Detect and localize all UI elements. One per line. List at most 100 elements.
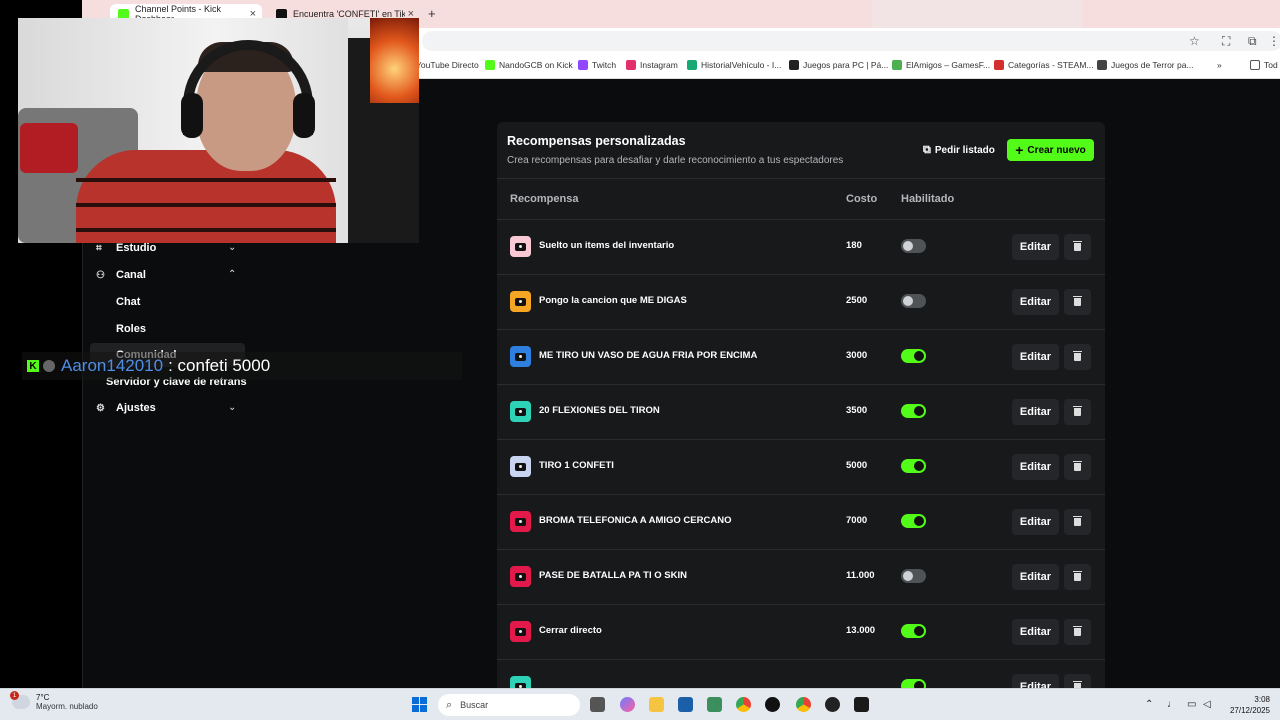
edit-button[interactable]: Editar <box>1012 619 1059 645</box>
delete-button[interactable] <box>1064 289 1091 315</box>
chevron-down-icon[interactable]: ⌄ <box>228 242 236 253</box>
request-list-button[interactable]: ⧉ Pedir listado <box>915 139 1003 161</box>
bookmark-elamigos[interactable]: ElAmigos – GamesF... <box>892 60 990 70</box>
enabled-toggle[interactable] <box>901 679 926 688</box>
bookmark-terror[interactable]: Juegos de Terror pa... <box>1097 60 1194 70</box>
bookmark-kick[interactable]: NandoGCB on Kick <box>485 60 573 70</box>
enabled-toggle[interactable] <box>901 569 926 583</box>
enabled-toggle[interactable] <box>901 514 926 528</box>
bookmark-youtube[interactable]: YouTube Directo <box>416 60 479 70</box>
webcam-stripe <box>76 178 336 182</box>
webcam-fireplace <box>370 18 419 103</box>
more-bookmarks-icon[interactable]: » <box>1217 60 1222 70</box>
new-tab-icon[interactable]: + <box>428 6 436 21</box>
reward-icon <box>510 236 531 257</box>
reward-icon <box>510 401 531 422</box>
reward-cost: 2500 <box>846 295 868 306</box>
edit-button[interactable]: Editar <box>1012 674 1059 688</box>
bookmark-steam[interactable]: Categorías - STEAM... <box>994 60 1094 70</box>
reward-row: Pongo la cancion que ME DIGAS 2500 Editar <box>497 274 1105 329</box>
enabled-toggle[interactable] <box>901 624 926 638</box>
reward-icon <box>510 621 531 642</box>
chevron-up-icon[interactable]: ⌃ <box>1145 699 1153 710</box>
bookmark-historial[interactable]: HistorialVehículo - I... <box>687 60 781 70</box>
search-placeholder: Buscar <box>460 700 489 710</box>
reward-name: Cerrar directo <box>539 625 602 636</box>
gear-icon: ⚙ <box>96 402 105 414</box>
chrome-icon[interactable] <box>736 697 751 712</box>
chevron-up-icon[interactable]: ⌃ <box>228 269 236 280</box>
bookmark-label: ElAmigos – GamesF... <box>906 60 991 70</box>
nav-chat[interactable]: Chat <box>116 296 140 308</box>
windows-start-icon[interactable] <box>412 697 427 712</box>
task-view-icon[interactable] <box>590 697 605 712</box>
bookmark-label: Tod <box>1264 60 1278 70</box>
reward-row: Cerrar directo 13.000 Editar <box>497 604 1105 659</box>
chrome-active-icon[interactable] <box>796 697 811 712</box>
edit-button[interactable]: Editar <box>1012 344 1059 370</box>
reward-icon <box>510 511 531 532</box>
volume-icon[interactable]: ◁ <box>1203 699 1211 710</box>
puzzle-icon[interactable]: ⧉ <box>1248 34 1257 49</box>
nav-roles[interactable]: Roles <box>116 323 146 335</box>
network-icon[interactable]: ▭ <box>1187 699 1196 710</box>
reward-cost: 7000 <box>846 515 868 526</box>
column-header-cost: Costo <box>846 193 878 205</box>
taskbar-search[interactable]: ⌕ Buscar <box>438 694 580 716</box>
elamigos-icon <box>892 60 902 70</box>
nav-estudio[interactable]: ⌗ Estudio <box>96 242 156 254</box>
delete-button[interactable] <box>1064 564 1091 590</box>
delete-button[interactable] <box>1064 399 1091 425</box>
enabled-toggle[interactable] <box>901 404 926 418</box>
copilot-icon[interactable] <box>620 697 635 712</box>
edit-button[interactable]: Editar <box>1012 234 1059 260</box>
app-icon[interactable] <box>707 697 722 712</box>
reward-name: TIRO 1 CONFETI <box>539 460 614 471</box>
star-icon[interactable]: ☆ <box>1189 34 1200 48</box>
bookmark-label: NandoGCB on Kick <box>499 60 573 70</box>
delete-button[interactable] <box>1064 674 1091 688</box>
address-bar[interactable] <box>422 31 1280 51</box>
microphone-icon[interactable]: ♩ <box>1167 699 1177 710</box>
edit-button[interactable]: Editar <box>1012 289 1059 315</box>
weather-desc: Mayorm. nublado <box>36 702 98 711</box>
app-icon[interactable] <box>854 697 869 712</box>
edit-button[interactable]: Editar <box>1012 564 1059 590</box>
tab-strip-blur <box>872 0 1082 28</box>
store-icon[interactable] <box>678 697 693 712</box>
enabled-toggle[interactable] <box>901 294 926 308</box>
edit-button[interactable]: Editar <box>1012 454 1059 480</box>
enabled-toggle[interactable] <box>901 239 926 253</box>
weather-widget[interactable]: 1 7°C Mayorm. nublado <box>10 691 98 711</box>
bookmark-twitch[interactable]: Twitch <box>578 60 616 70</box>
rewards-panel: Recompensas personalizadas Crea recompen… <box>497 122 1105 688</box>
chevron-down-icon[interactable]: ⌄ <box>228 402 236 413</box>
weather-temp: 7°C <box>36 693 50 702</box>
clock[interactable]: 3:08 27/12/2025 <box>1226 694 1270 716</box>
trash-icon <box>1073 406 1082 416</box>
create-new-button[interactable]: + Crear nuevo <box>1007 139 1094 161</box>
nav-canal[interactable]: ⚇ Canal <box>96 269 146 281</box>
webcam-stripe <box>76 228 336 232</box>
obs-icon[interactable] <box>825 697 840 712</box>
bookmark-instagram[interactable]: Instagram <box>626 60 678 70</box>
notification-badge: 1 <box>10 691 19 700</box>
delete-button[interactable] <box>1064 509 1091 535</box>
tiktok-icon[interactable] <box>765 697 780 712</box>
enabled-toggle[interactable] <box>901 349 926 363</box>
delete-button[interactable] <box>1064 619 1091 645</box>
nav-ajustes[interactable]: ⚙ Ajustes <box>96 402 156 414</box>
delete-button[interactable] <box>1064 234 1091 260</box>
edit-button[interactable]: Editar <box>1012 509 1059 535</box>
twitch-icon <box>578 60 588 70</box>
clock-date: 27/12/2025 <box>1229 706 1270 715</box>
bookmark-folder[interactable]: Tod <box>1250 60 1278 70</box>
delete-button[interactable] <box>1064 344 1091 370</box>
enabled-toggle[interactable] <box>901 459 926 473</box>
menu-icon[interactable]: ⋮ <box>1268 34 1280 48</box>
bookmark-juegos-pc[interactable]: Juegos para PC | Pá... <box>789 60 888 70</box>
file-explorer-icon[interactable] <box>649 697 664 712</box>
delete-button[interactable] <box>1064 454 1091 480</box>
extension-icon[interactable]: ⛶ <box>1222 34 1230 49</box>
edit-button[interactable]: Editar <box>1012 399 1059 425</box>
